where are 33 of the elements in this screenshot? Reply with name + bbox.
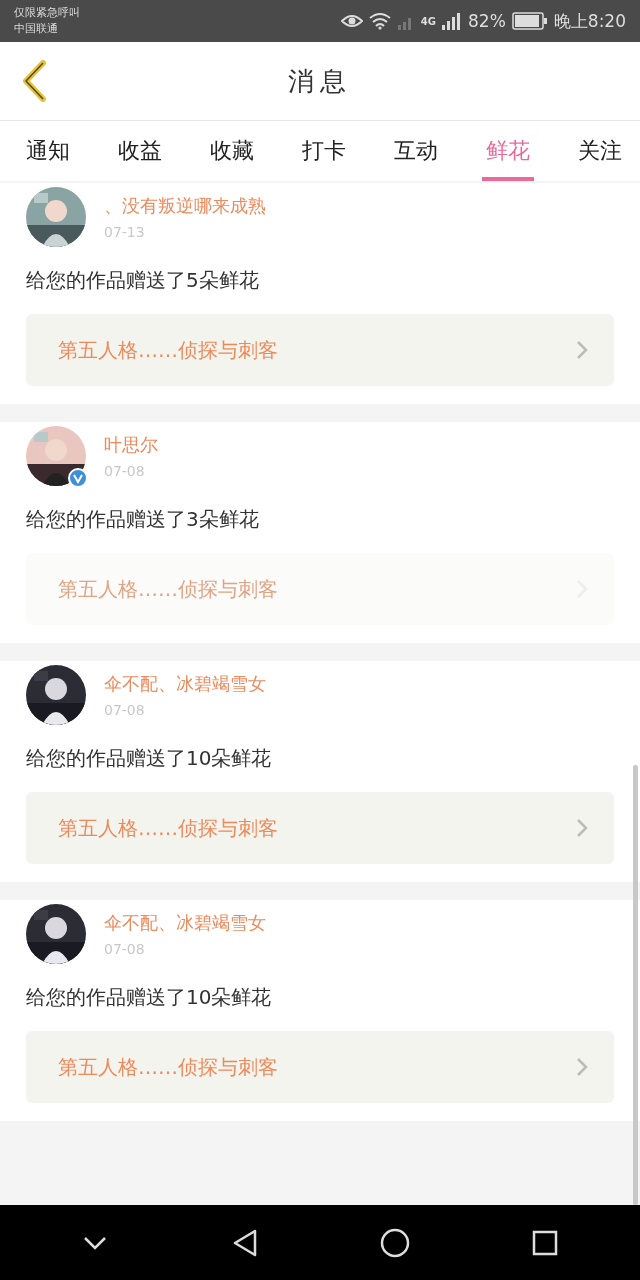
chevron-right-icon (576, 818, 588, 838)
tab[interactable]: 收益 (114, 121, 166, 181)
work-link[interactable]: 第五人格……侦探与刺客 (26, 1031, 614, 1103)
tab[interactable]: 收藏 (206, 121, 258, 181)
eye-icon (340, 13, 363, 29)
carrier-text: 中国联通 (14, 21, 59, 37)
message-text: 给您的作品赠送了3朵鲜花 (26, 506, 260, 533)
work-link[interactable]: 第五人格……侦探与刺客 (26, 792, 614, 864)
user-name[interactable]: 、没有叛逆哪来成熟 (104, 194, 266, 218)
triangle-back-icon[interactable] (231, 1227, 259, 1258)
square-recents-icon[interactable] (531, 1228, 559, 1257)
signal-icon (442, 12, 462, 30)
user-name[interactable]: 叶思尔 (104, 433, 158, 457)
network-label: 4G (420, 15, 436, 27)
message-text: 给您的作品赠送了5朵鲜花 (26, 267, 260, 294)
work-link[interactable]: 第五人格……侦探与刺客 (26, 314, 614, 386)
tab[interactable]: 通知 (22, 121, 74, 181)
page-title: 消息 (288, 64, 352, 98)
chevron-right-icon (576, 340, 588, 360)
user-name[interactable]: 伞不配、冰碧竭雪女 (104, 911, 266, 935)
clock-text: 晚上8:20 (553, 9, 626, 33)
tab[interactable]: 打卡 (298, 121, 350, 181)
chevron-down-icon[interactable] (82, 1234, 108, 1251)
wifi-icon (368, 12, 391, 30)
message-text: 给您的作品赠送了10朵鲜花 (26, 984, 273, 1011)
battery-icon (511, 12, 548, 30)
tab[interactable]: 关注 (574, 121, 626, 181)
user-name[interactable]: 伞不配、冰碧竭雪女 (104, 672, 266, 696)
battery-percent: 82% (468, 11, 506, 31)
message-text: 给您的作品赠送了10朵鲜花 (26, 745, 273, 772)
carrier-text: 仅限紧急呼叫 (14, 5, 80, 21)
tab[interactable]: 互动 (390, 121, 442, 181)
chevron-right-icon (576, 1057, 588, 1077)
